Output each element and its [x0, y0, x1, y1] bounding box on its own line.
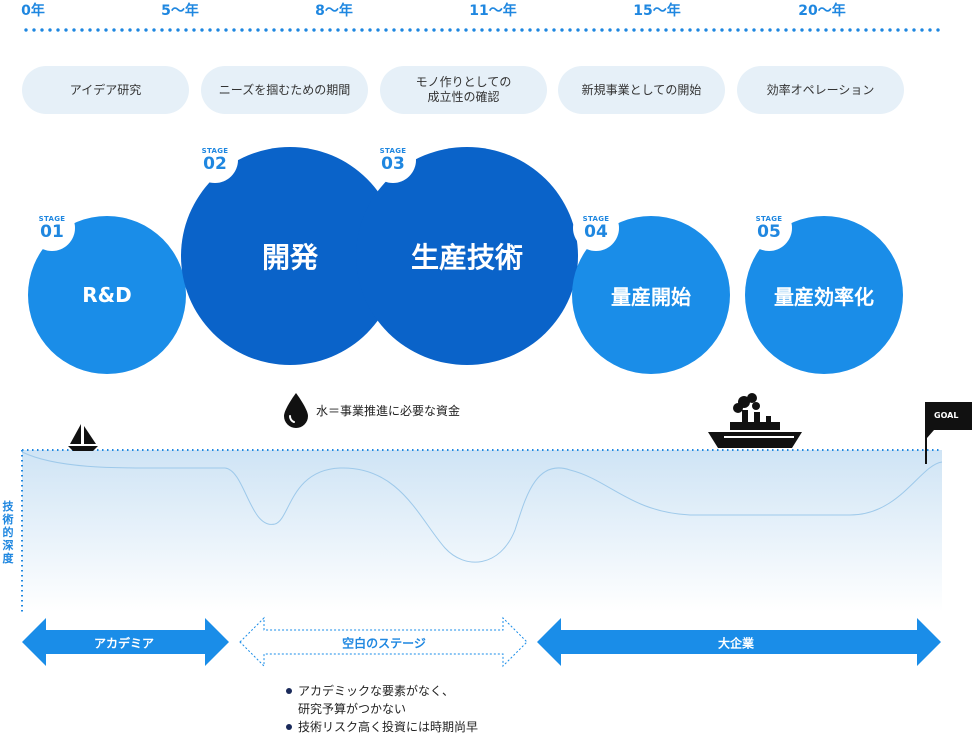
ship-icon: [708, 393, 802, 448]
note-text: 研究予算がつかない: [298, 702, 407, 716]
academia-label: アカデミア: [93, 636, 155, 651]
gap-stage-notes: アカデミックな要素がなく、 研究予算がつかない 技術リスク高く投資には時期尚早: [284, 682, 478, 736]
goal-label: GOAL: [934, 411, 959, 420]
note-text: アカデミックな要素がなく、: [298, 684, 455, 698]
note-item: アカデミックな要素がなく、 研究予算がつかない: [284, 682, 478, 718]
technical-depth-label: 技術的深度: [0, 500, 16, 565]
note-item: 技術リスク高く投資には時期尚早: [284, 718, 478, 736]
sailboat-icon: [68, 424, 98, 451]
enterprise-label: 大企業: [717, 636, 755, 651]
gap-stage-label: 空白のステージ: [342, 636, 426, 651]
technical-depth-text: 技術的深度: [2, 500, 14, 565]
goal-flag-icon: [925, 402, 972, 464]
note-text: 技術リスク高く投資には時期尚早: [298, 720, 479, 734]
